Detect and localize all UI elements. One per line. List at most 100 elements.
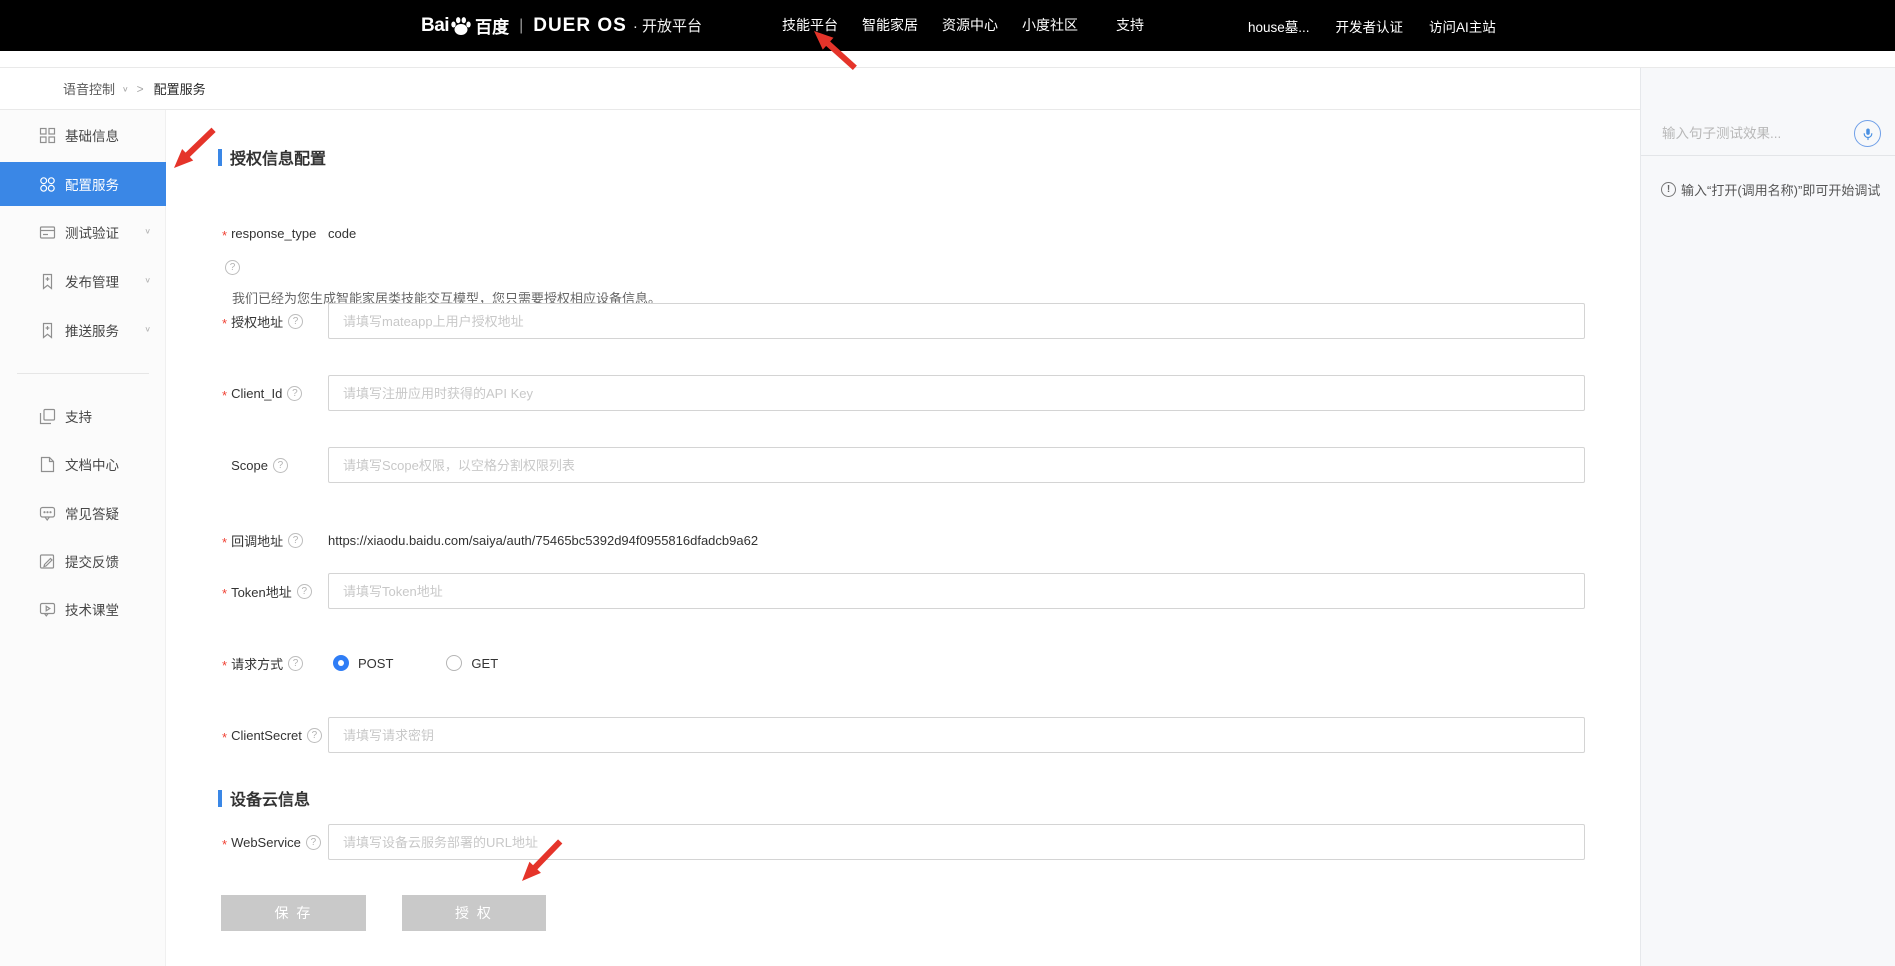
response-type-value: code	[328, 226, 356, 241]
section-accent-bar	[218, 790, 222, 807]
help-icon[interactable]: ?	[306, 835, 321, 850]
sidebar-item-release-manage[interactable]: 发布管理 ∨	[0, 259, 166, 303]
auth-url-input[interactable]	[328, 303, 1585, 339]
sidebar-item-faq[interactable]: 常见答疑	[0, 491, 166, 535]
nav-item-xiaodu-community[interactable]: 小度社区	[1010, 0, 1090, 51]
comment-icon	[39, 505, 56, 522]
required-mark: *	[222, 388, 227, 403]
sidebar-item-config-service[interactable]: 配置服务	[0, 162, 166, 206]
help-icon[interactable]: ?	[288, 314, 303, 329]
form-row-client-secret: * ClientSecret ?	[222, 717, 1585, 753]
help-icon[interactable]: ?	[307, 728, 322, 743]
chevron-down-icon[interactable]: ∨	[144, 325, 151, 334]
top-spacer	[0, 51, 1895, 67]
bookmark-plus-icon	[39, 322, 56, 339]
sidebar-item-test-verify[interactable]: 测试验证 ∨	[0, 210, 166, 254]
microphone-button[interactable]	[1854, 120, 1881, 147]
scope-input[interactable]	[328, 447, 1585, 483]
field-label: * Token地址 ?	[222, 582, 328, 601]
test-panel: ! 输入“打开(调用名称)”即可开始调试	[1640, 67, 1895, 966]
top-user-area: house墓... 开发者认证 访问AI主站	[1248, 0, 1496, 51]
edit-icon	[39, 553, 56, 570]
form-row-auth-url: * 授权地址 ?	[222, 303, 1585, 339]
help-icon[interactable]: ?	[287, 386, 302, 401]
breadcrumb-separator: >	[137, 82, 144, 96]
nav-item-skill-platform[interactable]: 技能平台	[770, 0, 850, 51]
test-sentence-input[interactable]	[1662, 111, 1827, 156]
chevron-down-icon[interactable]: ∨	[122, 85, 129, 94]
top-navigation: 技能平台 智能家居 资源中心 小度社区 支持	[770, 0, 1170, 51]
nav-item-resource-center[interactable]: 资源中心	[930, 0, 1010, 51]
field-label: * ClientSecret ?	[222, 728, 328, 743]
sidebar-item-doc-center[interactable]: 文档中心	[0, 442, 166, 486]
help-icon[interactable]: ?	[297, 584, 312, 599]
field-label: * Scope ?	[222, 458, 328, 473]
sidebar-item-label: 技术课堂	[65, 599, 119, 619]
baidu-paw-icon	[450, 16, 472, 36]
sidebar-item-support[interactable]: 支持	[0, 394, 166, 438]
grid-icon	[39, 127, 56, 144]
radio-get[interactable]: GET	[446, 655, 498, 671]
form-row-token-url: * Token地址 ?	[222, 573, 1585, 609]
sidebar-item-feedback[interactable]: 提交反馈	[0, 539, 166, 583]
sidebar-item-tech-class[interactable]: 技术课堂	[0, 587, 166, 631]
chevron-down-icon[interactable]: ∨	[144, 227, 151, 236]
field-label: * WebService ?	[222, 835, 328, 850]
client-secret-input[interactable]	[328, 717, 1585, 753]
radio-selected-icon	[333, 655, 349, 671]
dueros-logo-text: DUER OS	[533, 15, 627, 37]
chevron-down-icon[interactable]: ∨	[144, 276, 151, 285]
save-button[interactable]: 保 存	[221, 895, 366, 931]
bookmark-plus-icon	[39, 273, 56, 290]
nav-item-smart-home[interactable]: 智能家居	[850, 0, 930, 51]
sidebar-item-push-service[interactable]: 推送服务 ∨	[0, 308, 166, 352]
help-icon[interactable]: ?	[225, 260, 240, 275]
required-mark: *	[222, 837, 227, 852]
sidebar-item-label: 推送服务	[65, 320, 119, 340]
test-hint: ! 输入“打开(调用名称)”即可开始调试	[1661, 180, 1880, 199]
form-row-web-service: * WebService ?	[222, 824, 1585, 860]
nav-item-support[interactable]: 支持	[1090, 0, 1170, 51]
help-icon[interactable]: ?	[288, 533, 303, 548]
breadcrumb-parent[interactable]: 语音控制	[63, 79, 115, 98]
field-label: * 请求方式 ?	[222, 654, 328, 673]
baidu-logo-text: Bai	[421, 15, 449, 37]
baidu-cn-text: 百度	[475, 13, 509, 38]
test-hint-text: 输入“打开(调用名称)”即可开始调试	[1681, 180, 1880, 199]
microphone-icon	[1861, 127, 1875, 141]
baidu-dueros-logo[interactable]: Bai 百度 | DUER OS · 开放平台	[421, 0, 702, 51]
brand-divider: |	[519, 17, 523, 35]
classroom-play-icon	[39, 601, 56, 618]
callback-url-value: https://xiaodu.baidu.com/saiya/auth/7546…	[328, 533, 758, 548]
radio-post[interactable]: POST	[333, 655, 393, 671]
help-icon[interactable]: ?	[273, 458, 288, 473]
sidebar-item-label: 常见答疑	[65, 503, 119, 523]
sidebar-item-label: 支持	[65, 406, 92, 426]
user-account[interactable]: house墓...	[1248, 16, 1310, 36]
form-row-response-type: * response_type code	[222, 215, 356, 251]
copy-icon	[39, 408, 56, 425]
authorize-button[interactable]: 授 权	[402, 895, 546, 931]
web-service-input[interactable]	[328, 824, 1585, 860]
required-mark: *	[222, 658, 227, 673]
visit-ai-site-link[interactable]: 访问AI主站	[1429, 16, 1496, 36]
developer-certification-link[interactable]: 开发者认证	[1336, 16, 1404, 36]
info-icon: !	[1661, 182, 1676, 197]
client-id-input[interactable]	[328, 375, 1585, 411]
device-cloud-section-header: 设备云信息	[218, 788, 310, 808]
circles-icon	[39, 176, 56, 193]
sidebar-item-basic-info[interactable]: 基础信息	[0, 113, 166, 157]
form-row-callback-url: * 回调地址 ? https://xiaodu.baidu.com/saiya/…	[222, 522, 758, 558]
test-card-icon	[39, 224, 56, 241]
form-row-scope: * Scope ?	[222, 447, 1585, 483]
sidebar-item-label: 提交反馈	[65, 551, 119, 571]
sidebar-divider	[17, 373, 149, 374]
open-platform-text: · 开放平台	[633, 15, 702, 36]
required-mark: *	[222, 586, 227, 601]
help-icon[interactable]: ?	[288, 656, 303, 671]
required-mark: *	[222, 730, 227, 745]
sidebar-item-label: 基础信息	[65, 125, 119, 145]
sidebar-item-label: 配置服务	[65, 174, 119, 194]
sidebar: 基础信息 配置服务 测试验证 ∨ 发布管理 ∨ 推送服务 ∨ 支持	[0, 110, 166, 966]
token-url-input[interactable]	[328, 573, 1585, 609]
